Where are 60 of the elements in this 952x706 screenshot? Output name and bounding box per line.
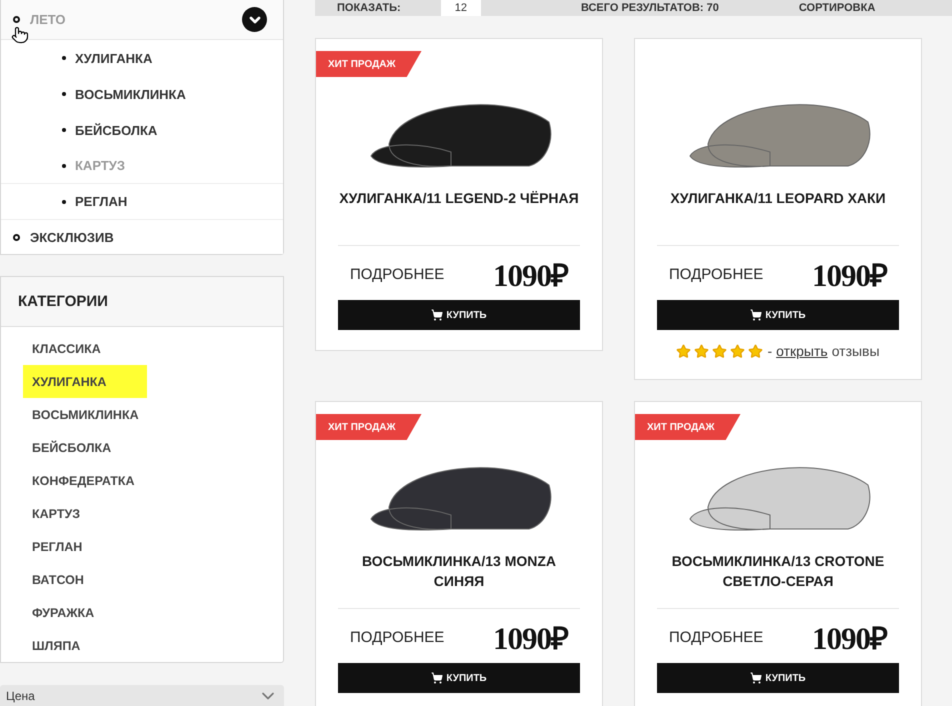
category-link[interactable]: ШЛЯПА <box>23 629 147 662</box>
bullet-icon <box>62 56 66 60</box>
show-count-select[interactable]: 12 <box>440 0 481 16</box>
product-price: 1090₽ <box>812 257 887 295</box>
bestseller-badge: ХИТ ПРОДАЖ <box>635 414 740 440</box>
submenu-item[interactable]: РЕГЛАН <box>75 194 128 209</box>
cart-icon <box>431 309 444 321</box>
reviews-text: отзывы <box>832 343 880 359</box>
product-title: ВОСЬМИКЛИНКА/13 MONZA СИНЯЯ <box>338 537 580 609</box>
buy-button[interactable]: КУПИТЬ <box>338 663 580 693</box>
star-icon <box>712 344 728 358</box>
category-link[interactable]: КОНФЕДЕРАТКА <box>23 464 147 497</box>
category-link[interactable]: БЕЙСБОЛКА <box>23 431 147 464</box>
category-link[interactable]: ФУРАЖКА <box>23 596 147 629</box>
bullet-icon <box>62 92 66 96</box>
product-price: 1090₽ <box>812 620 887 658</box>
expand-toggle[interactable] <box>242 7 267 32</box>
category-link[interactable]: ВОСЬМИКЛИНКА <box>23 398 147 431</box>
cart-icon <box>750 672 762 684</box>
cart-icon <box>750 309 762 321</box>
submenu-item[interactable]: ХУЛИГАНКА <box>75 50 152 66</box>
ring-icon <box>13 234 20 240</box>
star-icon <box>748 344 764 358</box>
buy-button[interactable]: КУПИТЬ <box>657 663 899 693</box>
submenu-item[interactable]: БЕЙСБОЛКА <box>75 122 158 138</box>
cart-icon <box>431 672 444 684</box>
category-link[interactable]: ХУЛИГАНКА <box>23 365 147 398</box>
show-label: ПОКАЗАТЬ: <box>337 2 401 14</box>
submenu-item[interactable]: ВОСЬМИКЛИНКА <box>75 86 186 102</box>
buy-button[interactable]: КУПИТЬ <box>657 300 899 330</box>
product-title: ХУЛИГАНКА/11 LEGEND-2 ЧЁРНАЯ <box>338 174 580 246</box>
ring-icon <box>13 16 20 23</box>
bestseller-badge: ХИТ ПРОДАЖ <box>316 414 422 440</box>
star-icon <box>694 344 710 358</box>
open-reviews-link[interactable]: открыть <box>776 343 828 359</box>
buy-button[interactable]: КУПИТЬ <box>338 300 580 330</box>
sort-label: СОРТИРОВКА <box>798 2 876 14</box>
bullet-icon <box>62 164 66 168</box>
category-link[interactable]: РЕГЛАН <box>23 530 147 563</box>
star-icon <box>730 344 746 358</box>
bullet-icon <box>62 200 66 204</box>
bestseller-badge: ХИТ ПРОДАЖ <box>316 51 422 77</box>
star-icon <box>676 344 692 358</box>
bullet-icon <box>62 128 66 132</box>
product-title: ХУЛИГАНКА/11 LEOPARD ХАКИ <box>657 174 899 246</box>
details-link[interactable]: ПОДРОБНЕЕ <box>350 628 444 646</box>
category-link[interactable]: КАРТУЗ <box>23 497 147 530</box>
details-link[interactable]: ПОДРОБНЕЕ <box>669 266 764 282</box>
details-link[interactable]: ПОДРОБНЕЕ <box>669 628 764 646</box>
category-link[interactable]: КЛАССИКА <box>23 332 147 365</box>
details-link[interactable]: ПОДРОБНЕЕ <box>350 266 444 282</box>
product-title: ВОСЬМИКЛИНКА/13 CROTONE СВЕТЛО-СЕРАЯ <box>657 537 899 609</box>
product-price: 1090₽ <box>493 257 568 295</box>
price-filter-header[interactable]: Цена <box>0 685 284 706</box>
dash-text: - <box>767 343 772 359</box>
category-link[interactable]: ВАТСОН <box>23 563 147 596</box>
results-count: ВСЕГО РЕЗУЛЬТАТОВ: 70 <box>580 2 719 14</box>
menu-item[interactable]: ЭКСКЛЮЗИВ <box>30 230 114 244</box>
panel-title: КАТЕГОРИИ <box>1 277 283 327</box>
product-price: 1090₽ <box>493 620 568 658</box>
